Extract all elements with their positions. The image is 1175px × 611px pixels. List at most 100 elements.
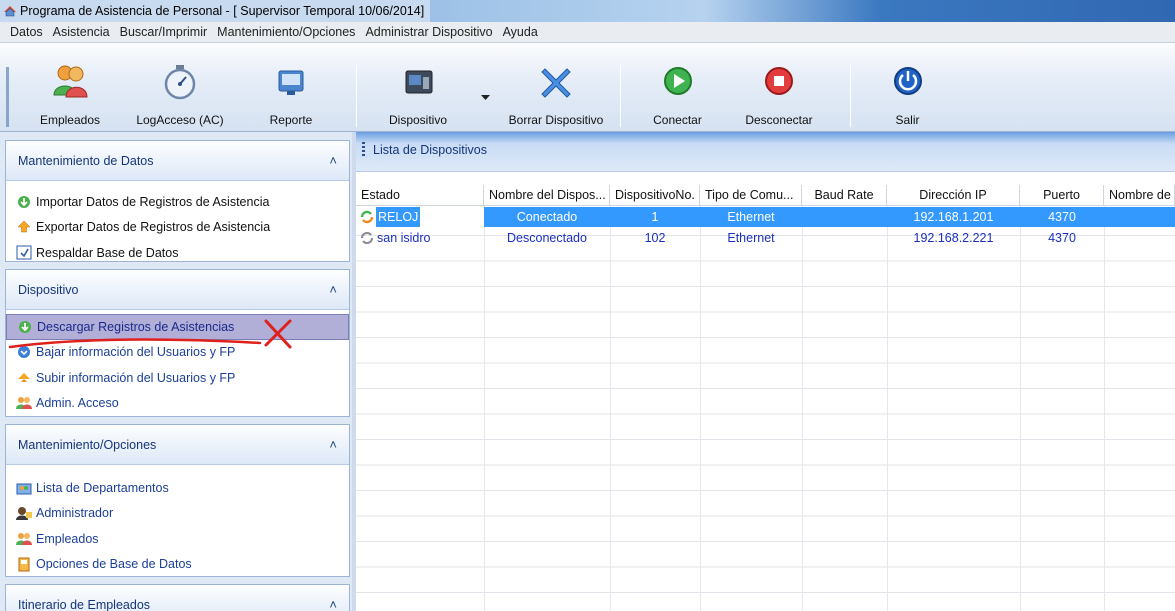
- table-cell: Desconectado: [507, 231, 587, 245]
- sidebar-item-label: Admin. Acceso: [36, 396, 119, 411]
- empleados-button[interactable]: Empleados: [30, 63, 110, 129]
- device-name: san isidro: [377, 231, 431, 245]
- sidebar-item-administrador[interactable]: Administrador: [6, 501, 349, 527]
- toolbar-separator: [850, 65, 851, 127]
- menu-asistencia[interactable]: Asistencia: [48, 22, 115, 43]
- employees-icon: [53, 65, 88, 98]
- table-cell: [1104, 207, 1175, 227]
- group-header[interactable]: Mantenimiento/Opciones ˄: [6, 425, 349, 465]
- group-title: Itinerario de Empleados: [18, 597, 151, 611]
- dispositivo-label: Dispositivo: [388, 113, 448, 127]
- table-cell: 102: [644, 231, 666, 245]
- menu-bar: Datos Asistencia Buscar/Imprimir Manteni…: [0, 22, 1175, 43]
- table-cell: Conectado: [484, 207, 610, 227]
- dispositivo-button[interactable]: Dispositivo: [378, 63, 458, 129]
- database-icon: [15, 556, 33, 572]
- sidebar-item-label: Opciones de Base de Datos: [36, 557, 192, 572]
- table-cell: 4370: [1048, 231, 1076, 245]
- sidebar-item-label: Lista de Departamentos: [36, 480, 169, 495]
- sidebar-item-departamentos[interactable]: Lista de Departamentos: [6, 475, 349, 501]
- group-mantenimiento-opciones: Mantenimiento/Opciones ˄ Lista de Depart…: [5, 424, 350, 577]
- toolbar-grip: [6, 67, 9, 127]
- table-cell: [802, 228, 887, 248]
- menu-administrar-dispositivo[interactable]: Administrar Dispositivo: [360, 22, 497, 43]
- table-cell: 192.168.2.221: [913, 231, 994, 245]
- logacceso-button[interactable]: LogAcceso (AC): [130, 63, 230, 129]
- connected-sync-icon: [360, 210, 374, 224]
- borrar-dispositivo-label: Borrar Dispositivo: [508, 113, 604, 127]
- sidebar-item-empleados[interactable]: Empleados: [6, 526, 349, 552]
- toolbar-separator: [620, 65, 621, 127]
- grid-header-row: Estado Nombre del Dispos... DispositivoN…: [356, 185, 1175, 206]
- menu-mantenimiento-opciones[interactable]: Mantenimiento/Opciones: [212, 22, 360, 43]
- app-icon: [4, 6, 16, 17]
- column-header[interactable]: Nombre de: [1104, 185, 1175, 206]
- borrar-dispositivo-button[interactable]: Borrar Dispositivo: [500, 63, 612, 129]
- table-cell: 1: [610, 207, 700, 227]
- table-row[interactable]: san isidro Desconectado 102 Ethernet 192…: [356, 228, 1175, 248]
- group-header[interactable]: Mantenimiento de Datos ˄: [6, 141, 349, 181]
- menu-ayuda[interactable]: Ayuda: [498, 22, 543, 43]
- column-header[interactable]: Dirección IP: [887, 185, 1020, 206]
- sidebar-item-label: Exportar Datos de Registros de Asistenci…: [36, 220, 271, 235]
- dispositivo-dropdown[interactable]: [478, 63, 494, 129]
- title-bar: Programa de Asistencia de Personal - [ S…: [0, 0, 1175, 22]
- toolbar-separator: [356, 65, 357, 127]
- delete-x-icon: [541, 68, 571, 98]
- sidebar-item-label: Empleados: [36, 531, 99, 546]
- salir-button[interactable]: Salir: [880, 63, 935, 129]
- disconnected-sync-icon: [360, 231, 374, 245]
- sidebar-item-subir-usuarios[interactable]: Subir información del Usuarios y FP: [6, 365, 349, 391]
- column-header[interactable]: Estado: [356, 185, 484, 206]
- menu-buscar-imprimir[interactable]: Buscar/Imprimir: [115, 22, 213, 43]
- main-panel: Lista de Dispositivos Estado Nombre del …: [356, 132, 1175, 611]
- reporte-button[interactable]: Reporte: [256, 63, 326, 129]
- device-terminal-icon: [405, 70, 433, 94]
- group-mantenimiento-datos: Mantenimiento de Datos ˄ Importar Datos …: [5, 140, 350, 262]
- group-title: Dispositivo: [18, 282, 79, 297]
- stopwatch-icon: [164, 65, 196, 100]
- column-header[interactable]: Baud Rate: [802, 185, 887, 206]
- sidebar-item-label: Respaldar Base de Datos: [36, 245, 179, 260]
- sidebar-item-bajar-usuarios[interactable]: Bajar información del Usuarios y FP: [6, 340, 349, 366]
- toolbar: Empleados LogAcceso (AC) Reporte Disposi…: [0, 43, 1175, 132]
- collapse-icon[interactable]: ˄: [329, 282, 337, 297]
- table-cell: 192.168.1.201: [887, 207, 1020, 227]
- group-header[interactable]: Itinerario de Empleados ˄: [6, 585, 349, 611]
- sidebar-item-exportar[interactable]: Exportar Datos de Registros de Asistenci…: [6, 215, 349, 241]
- group-header[interactable]: Dispositivo ˄: [6, 270, 349, 310]
- department-icon: [15, 480, 33, 496]
- table-cell: Ethernet: [727, 231, 775, 245]
- conectar-button[interactable]: Conectar: [640, 63, 715, 129]
- column-header[interactable]: Tipo de Comu...: [700, 185, 802, 206]
- sidebar-item-descargar-registros[interactable]: Descargar Registros de Asistencias: [6, 314, 349, 340]
- panel-header: Lista de Dispositivos: [356, 132, 1175, 172]
- column-header[interactable]: Puerto: [1020, 185, 1104, 206]
- sidebar-item-importar[interactable]: Importar Datos de Registros de Asistenci…: [6, 189, 349, 215]
- sidebar-item-admin-acceso[interactable]: Admin. Acceso: [6, 391, 349, 417]
- sidebar-item-label: Importar Datos de Registros de Asistenci…: [36, 194, 270, 209]
- group-dispositivo: Dispositivo ˄ Descargar Registros de Asi…: [5, 269, 350, 417]
- collapse-icon[interactable]: ˄: [329, 437, 337, 452]
- menu-datos[interactable]: Datos: [5, 22, 48, 43]
- sidebar-item-label: Administrador: [36, 506, 114, 521]
- backup-icon: [15, 245, 33, 261]
- table-row[interactable]: RELOJ Conectado 1 Ethernet 192.168.1.201…: [356, 207, 1175, 227]
- collapse-icon[interactable]: ˄: [329, 597, 337, 611]
- column-header[interactable]: DispositivoNo.: [610, 185, 700, 206]
- logacceso-label: LogAcceso (AC): [136, 113, 224, 127]
- arrow-down-green-icon: [15, 194, 33, 210]
- panel-title: Lista de Dispositivos: [373, 143, 487, 157]
- group-itinerario-empleados: Itinerario de Empleados ˄: [5, 584, 350, 611]
- desconectar-button[interactable]: Desconectar: [728, 63, 830, 129]
- sidebar-item-opciones-bd[interactable]: Opciones de Base de Datos: [6, 552, 349, 578]
- table-cell: Ethernet: [700, 207, 802, 227]
- collapse-icon[interactable]: ˄: [329, 153, 337, 168]
- group-title: Mantenimiento de Datos: [18, 153, 154, 168]
- column-header[interactable]: Nombre del Dispos...: [484, 185, 610, 206]
- power-icon: [893, 67, 922, 95]
- sidebar-item-respaldar[interactable]: Respaldar Base de Datos: [6, 240, 349, 266]
- upload-orange-icon: [15, 370, 33, 386]
- sidebar-item-label: Subir información del Usuarios y FP: [36, 370, 236, 385]
- table-cell: 4370: [1020, 207, 1104, 227]
